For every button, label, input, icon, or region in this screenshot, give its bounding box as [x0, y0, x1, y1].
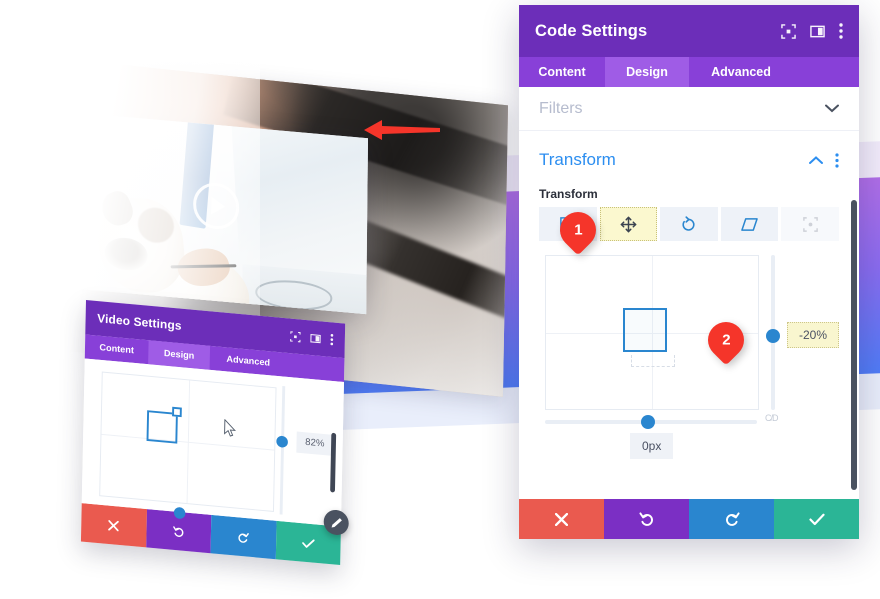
panel-scrollbar-small[interactable] [330, 432, 337, 493]
pointer-arrow-icon [364, 120, 440, 140]
rotate-icon [682, 215, 696, 231]
transform-corner-handle-small[interactable] [172, 406, 182, 418]
move-icon [620, 216, 637, 232]
transform-origin-icon [802, 216, 818, 232]
screenshot-stage: Video Settings Content Design Advanced 8… [0, 0, 880, 599]
close-icon [108, 519, 120, 531]
vertical-slider-knob-small[interactable] [276, 435, 289, 448]
tab-advanced[interactable]: Advanced [689, 57, 793, 87]
discard-button[interactable] [519, 499, 604, 539]
page-title: Code Settings [535, 21, 648, 40]
redo-arrow-icon [725, 512, 740, 526]
transform-move-mode-button[interactable] [599, 207, 658, 241]
video-settings-header-icons [290, 330, 334, 346]
transform-handle-ghost [631, 355, 675, 367]
undo-button[interactable] [604, 499, 689, 539]
video-settings-body: 82% [81, 358, 344, 527]
code-settings-header: Code Settings [519, 5, 859, 57]
grid-corner-hint: C/D [765, 413, 778, 423]
field-label-transform: Transform [539, 187, 598, 201]
chevron-up-icon[interactable] [809, 155, 823, 165]
tab-design[interactable]: Design [605, 57, 689, 87]
skew-icon [741, 217, 758, 231]
transform-skew-mode-button[interactable] [720, 207, 779, 241]
code-settings-tabbar: Content Design Advanced [519, 57, 859, 87]
focus-target-icon[interactable] [781, 23, 796, 39]
layout-split-icon[interactable] [310, 332, 321, 344]
code-settings-header-icons [781, 23, 843, 39]
focus-target-icon[interactable] [290, 330, 301, 343]
undo-arrow-icon [638, 512, 653, 526]
redo-arrow-icon [238, 532, 250, 543]
transform-rotate-mode-button[interactable] [660, 207, 718, 241]
annotation-badge-1-label: 1 [573, 221, 583, 239]
video-settings-panel-wrapper: Video Settings Content Design Advanced 8… [80, 300, 374, 599]
horizontal-slider-knob-small[interactable] [173, 506, 186, 520]
transform-grid-small[interactable] [99, 371, 277, 512]
redo-button-small[interactable] [210, 514, 277, 560]
code-settings-panel: Code Settings Content Design Advanced Fi… [519, 5, 859, 539]
scale-value-field-small[interactable]: 82% [296, 431, 334, 456]
section-title-transform: Transform [539, 150, 616, 169]
tab-content[interactable]: Content [519, 57, 605, 87]
more-options-icon[interactable] [839, 23, 843, 39]
vertical-offset-value-field[interactable]: -20% [787, 322, 840, 348]
transform-grid-area: C/D -20% 0px [539, 255, 840, 459]
discard-button-small[interactable] [80, 503, 147, 548]
save-button[interactable] [774, 499, 859, 539]
layout-split-icon[interactable] [810, 24, 825, 39]
chevron-down-icon[interactable] [825, 104, 839, 113]
transform-handle-square[interactable] [623, 308, 667, 352]
horizontal-offset-slider-knob[interactable] [641, 415, 655, 429]
video-settings-panel: Video Settings Content Design Advanced 8… [80, 300, 346, 566]
section-row-filters[interactable]: Filters [519, 87, 859, 131]
annotation-badge-2-label: 2 [721, 331, 731, 349]
checkmark-icon [301, 538, 315, 548]
section-label-filters: Filters [539, 99, 583, 117]
transform-origin-mode-button[interactable] [781, 207, 839, 241]
section-transform: Transform Transform C/D -20% 0px [519, 131, 859, 459]
vertical-slider-track-small[interactable] [279, 386, 286, 515]
checkmark-icon [808, 513, 825, 525]
vertical-offset-slider-knob[interactable] [766, 329, 780, 343]
undo-arrow-icon [172, 525, 184, 537]
code-settings-footer [519, 499, 859, 539]
section-more-options-icon[interactable] [835, 152, 839, 168]
section-header-transform[interactable]: Transform [539, 145, 839, 175]
mouse-cursor-icon [224, 419, 237, 437]
more-options-icon[interactable] [330, 333, 334, 346]
panel-scrollbar[interactable] [851, 200, 857, 490]
horizontal-offset-value-field[interactable]: 0px [630, 433, 674, 459]
close-icon [555, 512, 568, 526]
redo-button[interactable] [689, 499, 774, 539]
pencil-icon [331, 517, 342, 527]
